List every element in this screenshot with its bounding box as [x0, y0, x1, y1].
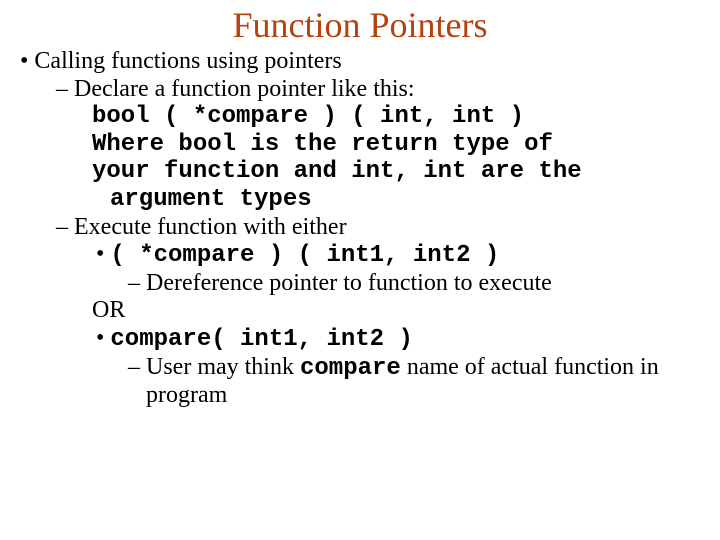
- bullet-level1: Calling functions using pointers: [38, 48, 700, 76]
- note-part-a: User may think: [146, 354, 300, 380]
- note-code-word: compare: [300, 355, 401, 382]
- code-declaration: bool ( *compare ) ( int, int ): [92, 103, 700, 131]
- slide-title: Function Pointers: [20, 4, 700, 46]
- bullet-level3: compare( int1, int2 ): [110, 325, 700, 354]
- code-call-2: compare( int1, int2 ): [110, 326, 412, 353]
- bullet-level2: Declare a function pointer like this:: [74, 76, 700, 104]
- bullet-level4: Dereference pointer to function to execu…: [146, 270, 700, 298]
- bullet-level4: User may think compare name of actual fu…: [146, 354, 700, 410]
- bullet-level3: ( *compare ) ( int1, int2 ): [110, 241, 700, 270]
- code-call-1: ( *compare ) ( int1, int2 ): [110, 242, 499, 269]
- bullet-level2: Execute function with either: [74, 214, 700, 242]
- slide: Function Pointers Calling functions usin…: [0, 0, 720, 540]
- code-explanation-line1: Where bool is the return type of: [92, 131, 700, 159]
- code-explanation-line2: your function and int, int are the argum…: [110, 158, 700, 213]
- or-text: OR: [92, 297, 700, 325]
- slide-body: Calling functions using pointers Declare…: [20, 48, 700, 410]
